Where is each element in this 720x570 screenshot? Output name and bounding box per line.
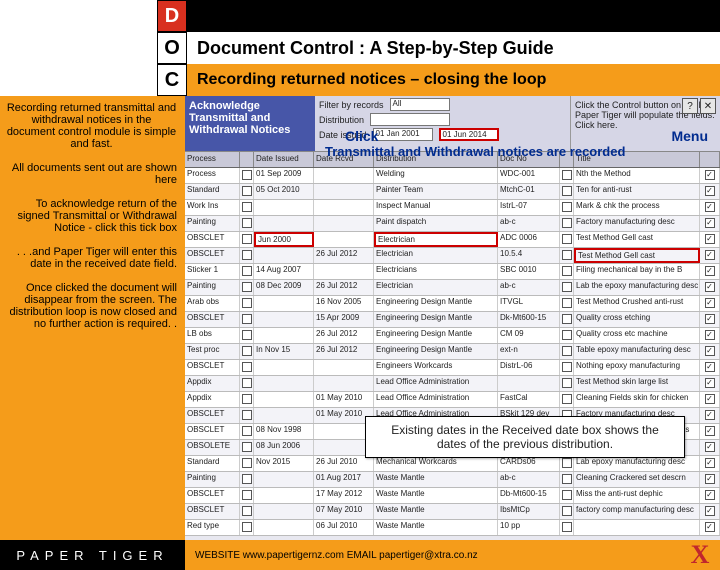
table-row[interactable]: Standard05 Oct 2010Painter TeamMtchC-01T… <box>185 184 720 200</box>
ack-checkbox[interactable] <box>705 458 715 468</box>
row-checkbox[interactable] <box>242 250 252 260</box>
table-row[interactable]: Red type06 Jul 2010Waste Mantle10 pp <box>185 520 720 536</box>
filter-date-to[interactable]: 01 Jun 2014 <box>439 128 499 141</box>
ack-checkbox[interactable] <box>705 362 715 372</box>
ack-checkbox[interactable] <box>705 474 715 484</box>
table-row[interactable]: OBSCLET15 Apr 2009Engineering Design Man… <box>185 312 720 328</box>
row-checkbox[interactable] <box>242 170 252 180</box>
ack-checkbox[interactable] <box>705 250 715 260</box>
row-checkbox[interactable] <box>242 362 252 372</box>
sidebar-note-all-docs: All documents sent out are shown here <box>0 156 185 192</box>
ack-checkbox[interactable] <box>705 522 715 532</box>
overlay-click: Click <box>345 128 378 144</box>
row-checkbox[interactable] <box>242 330 252 340</box>
ack-checkbox[interactable] <box>705 330 715 340</box>
panel-title: Acknowledge Transmittal and Withdrawal N… <box>185 96 315 151</box>
ack-checkbox[interactable] <box>705 346 715 356</box>
ack-checkbox[interactable] <box>705 266 715 276</box>
row-checkbox[interactable] <box>242 282 252 292</box>
ack-checkbox[interactable] <box>705 234 715 244</box>
close-button[interactable]: ✕ <box>700 98 716 114</box>
table-row[interactable]: Painting01 Aug 2017Waste Mantleab-cClean… <box>185 472 720 488</box>
ack-checkbox[interactable] <box>705 282 715 292</box>
filter-records-input[interactable]: All <box>390 98 450 111</box>
ack-checkbox[interactable] <box>705 218 715 228</box>
logo-letter-c: C <box>157 64 187 96</box>
row-checkbox[interactable] <box>242 202 252 212</box>
table-row[interactable]: LB obs26 Jul 2012Engineering Design Mant… <box>185 328 720 344</box>
ack-checkbox[interactable] <box>705 186 715 196</box>
col-check1 <box>240 152 254 167</box>
table-row[interactable]: OBSCLETJun 2000ElectricianADC 0006Test M… <box>185 232 720 248</box>
table-row[interactable]: AppdixLead Office AdministrationTest Met… <box>185 376 720 392</box>
ack-checkbox[interactable] <box>705 298 715 308</box>
ack-checkbox[interactable] <box>705 506 715 516</box>
footer-contact: WEBSITE www.papertigernz.com EMAIL paper… <box>185 540 680 570</box>
filter-date-from[interactable]: 01 Jan 2001 <box>373 128 433 141</box>
sidebar-note-intro: Recording returned transmittal and withd… <box>0 96 185 156</box>
sidebar-note-date-entry: . . .and Paper Tiger will enter this dat… <box>0 240 185 276</box>
sidebar-note-acknowledge: To acknowledge return of the signed Tran… <box>0 192 185 240</box>
table-row[interactable]: Test procIn Nov 1526 Jul 2012Engineering… <box>185 344 720 360</box>
col-date-issued: Date Issued <box>254 152 314 167</box>
table-row[interactable]: OBSCLETEngineers WorkcardsDistrL-06Nothi… <box>185 360 720 376</box>
overlay-ghost: Transmittal and Withdrawal notices are r… <box>325 144 625 159</box>
logo-letter-o: O <box>157 32 187 64</box>
ack-checkbox[interactable] <box>705 202 715 212</box>
ack-checkbox[interactable] <box>705 314 715 324</box>
row-checkbox[interactable] <box>242 266 252 276</box>
row-checkbox[interactable] <box>242 410 252 420</box>
row-checkbox[interactable] <box>242 186 252 196</box>
row-checkbox[interactable] <box>242 474 252 484</box>
sidebar-note-loop-closed: Once clicked the document will disappear… <box>0 276 185 336</box>
filter-dist-label: Distribution <box>319 115 364 125</box>
row-checkbox[interactable] <box>242 522 252 532</box>
table-row[interactable]: Painting08 Dec 200926 Jul 2012Electricia… <box>185 280 720 296</box>
page-title: Document Control : A Step-by-Step Guide <box>187 32 720 64</box>
ack-checkbox[interactable] <box>705 442 715 452</box>
table-row[interactable]: OBSCLET17 May 2012Waste MantleDb-Mt600-1… <box>185 488 720 504</box>
table-row[interactable]: Arab obs16 Nov 2005Engineering Design Ma… <box>185 296 720 312</box>
table-row[interactable]: StandardNov 201526 Jul 2010Mechanical Wo… <box>185 456 720 472</box>
app-screenshot: Acknowledge Transmittal and Withdrawal N… <box>185 96 720 540</box>
col-process: Process <box>185 152 240 167</box>
row-checkbox[interactable] <box>242 346 252 356</box>
callout-received-date: Existing dates in the Received date box … <box>365 416 685 458</box>
footer-close-x[interactable]: X <box>680 540 720 570</box>
ack-checkbox[interactable] <box>705 426 715 436</box>
filter-records-label: Filter by records <box>319 100 384 110</box>
row-checkbox[interactable] <box>242 314 252 324</box>
ack-checkbox[interactable] <box>705 170 715 180</box>
overlay-menu: Menu <box>671 128 708 144</box>
table-row[interactable]: OBSCLET26 Jul 2012Electrician10.5.4Test … <box>185 248 720 264</box>
row-checkbox[interactable] <box>242 490 252 500</box>
page-subtitle: Recording returned notices – closing the… <box>187 64 720 96</box>
table-row[interactable]: Work InsInspect ManualIstrL-07Mark & chk… <box>185 200 720 216</box>
logo-letter-d: D <box>157 0 187 32</box>
footer-brand: PAPER TIGER <box>0 540 185 570</box>
row-checkbox[interactable] <box>242 426 252 436</box>
row-checkbox[interactable] <box>242 458 252 468</box>
sidebar: Recording returned transmittal and withd… <box>0 96 185 540</box>
row-checkbox[interactable] <box>242 218 252 228</box>
row-checkbox[interactable] <box>242 442 252 452</box>
table-row[interactable]: Sticker 114 Aug 2007ElectriciansSBC 0010… <box>185 264 720 280</box>
table-row[interactable]: Appdix01 May 2010Lead Office Administrat… <box>185 392 720 408</box>
row-checkbox[interactable] <box>242 378 252 388</box>
help-button[interactable]: ? <box>682 98 698 114</box>
filter-dist-input[interactable] <box>370 113 450 126</box>
row-checkbox[interactable] <box>242 506 252 516</box>
table-row[interactable]: OBSCLET07 May 2010Waste MantleIbsMtCpfac… <box>185 504 720 520</box>
row-checkbox[interactable] <box>242 394 252 404</box>
row-checkbox[interactable] <box>242 298 252 308</box>
ack-checkbox[interactable] <box>705 410 715 420</box>
table-row[interactable]: Process01 Sep 2009WeldingWDC-001Nth the … <box>185 168 720 184</box>
ack-checkbox[interactable] <box>705 378 715 388</box>
ack-checkbox[interactable] <box>705 490 715 500</box>
row-checkbox[interactable] <box>242 234 252 244</box>
col-ack <box>700 152 720 167</box>
table-row[interactable]: PaintingPaint dispatchab-cFactory manufa… <box>185 216 720 232</box>
ack-checkbox[interactable] <box>705 394 715 404</box>
